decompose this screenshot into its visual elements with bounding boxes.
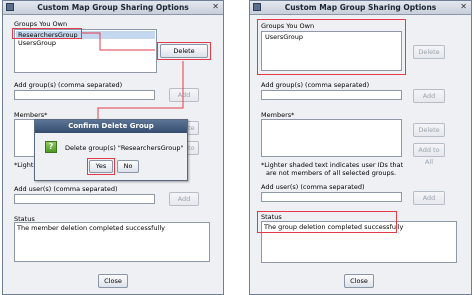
add-users-input[interactable] <box>261 192 402 202</box>
right-title-bar: Custom Map Group Sharing Options ✕ <box>250 1 471 15</box>
no-button[interactable]: No <box>117 160 139 173</box>
arrow-group-to-delete <box>81 32 155 51</box>
confirm-delete-dialog: Confirm Delete Group ? Delete group(s) "… <box>34 119 188 181</box>
lighter-note-line2: are not members of all selected groups. <box>266 169 397 177</box>
highlight-groups-area <box>257 19 406 75</box>
delete-member-button[interactable]: Delete <box>413 123 445 137</box>
right-window: Custom Map Group Sharing Options ✕ Group… <box>249 0 472 295</box>
highlight-status-area <box>257 211 397 233</box>
highlight-yes-button <box>87 158 115 175</box>
lighter-note-line1: *Lighter shaded text indicates user IDs … <box>261 161 404 169</box>
add-groups-label: Add group(s) (comma separated) <box>261 81 370 89</box>
close-button[interactable]: Close <box>344 274 374 288</box>
add-user-button[interactable]: Add <box>413 191 445 205</box>
add-users-label: Add user(s) (comma separated) <box>261 183 365 191</box>
add-to-all-button[interactable]: Add to All <box>413 143 445 166</box>
members-list[interactable] <box>261 119 402 157</box>
dialog-title: Confirm Delete Group <box>35 120 187 133</box>
close-window-icon[interactable]: ✕ <box>460 2 467 12</box>
add-groups-input[interactable] <box>261 90 402 100</box>
right-window-title: Custom Map Group Sharing Options <box>284 3 437 12</box>
dialog-message: Delete group(s) "ResearchersGroup" <box>65 144 184 152</box>
question-icon: ? <box>45 141 57 153</box>
members-label: Members* <box>261 111 295 119</box>
delete-group-button[interactable]: Delete <box>413 45 445 59</box>
add-group-button[interactable]: Add <box>413 89 445 103</box>
